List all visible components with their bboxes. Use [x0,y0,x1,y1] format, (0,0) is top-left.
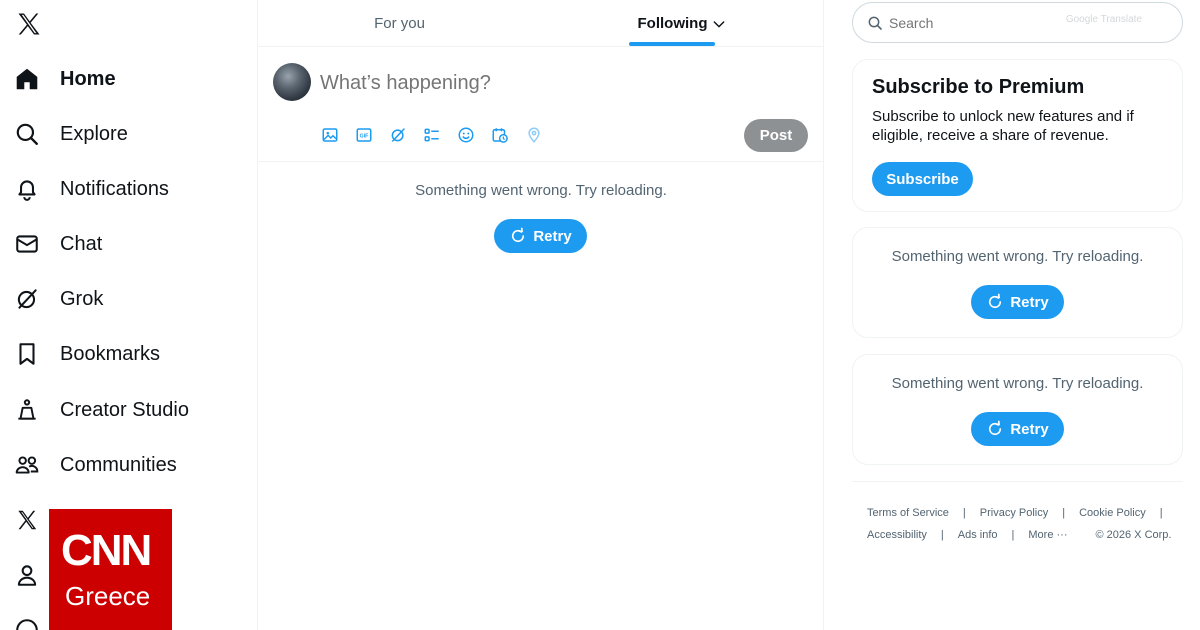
tab-label: Following [637,15,708,32]
retry-button[interactable]: Retry [494,219,587,253]
premium-title: Subscribe to Premium [872,76,1085,98]
post-composer: GIF Post [258,47,824,162]
more-circle-icon [16,619,38,630]
footer-separator: | [1159,507,1163,519]
footer-links: Terms of Service | Privacy Policy | Cookie… [852,481,1183,546]
sidebar-item-label: Bookmarks [60,342,161,365]
add-emoji-button[interactable] [456,125,476,145]
cnn-greece-watermark: CNN Greece [49,509,172,630]
footer-link-privacy[interactable]: Privacy Policy [966,507,1062,519]
add-poll-button[interactable] [422,125,442,145]
refresh-icon [989,420,1002,436]
sidebar-item-label: Explore [60,122,128,145]
left-sidebar: Home Explore Notifications Chat Grok Boo… [0,0,257,630]
footer-link-more[interactable]: More ··· [1014,529,1081,541]
x-logo-icon[interactable] [15,10,43,38]
tab-label: For you [374,15,425,32]
add-gif-button[interactable]: GIF [354,125,374,145]
mail-icon [16,235,38,253]
sidebar-item-grok[interactable]: Grok [14,277,103,321]
sidebar-item-communities[interactable]: Communities [14,443,177,487]
footer-row: Terms of Service | Privacy Policy | Cookie… [852,502,1183,524]
footer-row: Accessibility | Ads info | More ··· © 2026… [852,524,1183,546]
tab-following[interactable]: Following [541,0,824,47]
cnn-subtitle: Greece [65,581,151,611]
x-premium-icon [18,510,37,530]
error-message: Something went wrong. Try reloading. [891,375,1144,392]
widget-error-card: Something went wrong. Try reloading. Ret… [852,227,1183,338]
timeline-tabs: For you Following [258,0,824,47]
premium-description: Subscribe to unlock new features and if … [872,108,1134,144]
bookmark-icon [19,343,35,365]
avatar[interactable] [273,63,311,101]
image-icon [322,128,338,142]
poll-icon [424,128,439,142]
communities-icon [15,456,39,474]
main-column: For you Following GIF [257,0,824,630]
refresh-icon [989,293,1002,309]
tab-for-you[interactable]: For you [258,0,541,47]
location-icon [528,127,540,143]
svg-text:GIF: GIF [360,134,370,140]
profile-icon [17,565,37,586]
footer-link-ads-info[interactable]: Ads info [944,529,1012,541]
error-message: Something went wrong. Try reloading. [415,182,667,199]
sidebar-item-more[interactable] [14,608,40,630]
gif-icon: GIF [356,128,372,142]
search-icon [868,16,882,30]
grok-icon [17,289,37,309]
cnn-logo: CNN [61,526,152,575]
chevron-down-icon [714,20,725,27]
sidebar-item-label: Creator Studio [60,398,189,421]
retry-button[interactable]: Retry [971,412,1064,446]
home-icon [16,68,38,90]
sidebar-item-label: Chat [60,232,103,255]
footer-link-cookies[interactable]: Cookie Policy [1065,507,1160,519]
post-button[interactable]: Post [744,119,808,152]
subscribe-button[interactable]: Subscribe [872,162,973,196]
sidebar-item-bookmarks[interactable]: Bookmarks [14,332,160,376]
sidebar-item-label: Communities [60,453,177,476]
schedule-post-button[interactable] [490,125,510,145]
footer-link-accessibility[interactable]: Accessibility [852,529,941,541]
composer-toolbar: GIF [320,125,544,145]
search-input[interactable] [889,14,1029,31]
tag-location-button[interactable] [524,125,544,145]
creator-studio-icon [18,399,36,420]
error-message: Something went wrong. Try reloading. [891,248,1144,265]
feed-error: Something went wrong. Try reloading. Ret… [258,162,824,272]
copyright: © 2026 X Corp. [1095,529,1172,541]
add-media-button[interactable] [320,125,340,145]
retry-label: Retry [1010,293,1049,311]
grok-icon [391,128,405,142]
google-translate-overlay: Google Translate [1065,14,1142,25]
sidebar-item-label: Home [60,67,116,90]
bell-icon [18,180,36,201]
sidebar-item-creator-studio[interactable]: Creator Studio [14,388,189,432]
footer-link-terms[interactable]: Terms of Service [852,507,963,519]
sidebar-item-notifications[interactable]: Notifications [14,167,169,211]
refresh-icon [512,227,525,243]
premium-card: Subscribe to Premium Subscribe to unlock… [852,59,1183,212]
sidebar-item-home[interactable]: Home [14,57,116,101]
retry-label: Retry [1010,420,1049,438]
active-tab-indicator [629,42,715,46]
widget-error-card: Something went wrong. Try reloading. Ret… [852,354,1183,465]
sidebar-item-label: Notifications [60,177,169,200]
sidebar-item-chat[interactable]: Chat [14,222,102,266]
search-icon [16,123,38,145]
sidebar-item-label: Grok [60,287,104,310]
grok-enhance-button[interactable] [388,125,408,145]
retry-button[interactable]: Retry [971,285,1064,319]
right-sidebar: Google Translate Subscribe to Premium Su… [824,0,1200,630]
sidebar-item-explore[interactable]: Explore [14,112,128,156]
emoji-icon [458,127,474,143]
search-box[interactable]: Google Translate [852,2,1183,43]
schedule-icon [492,128,508,143]
retry-label: Retry [533,227,572,245]
compose-input[interactable] [320,69,740,97]
